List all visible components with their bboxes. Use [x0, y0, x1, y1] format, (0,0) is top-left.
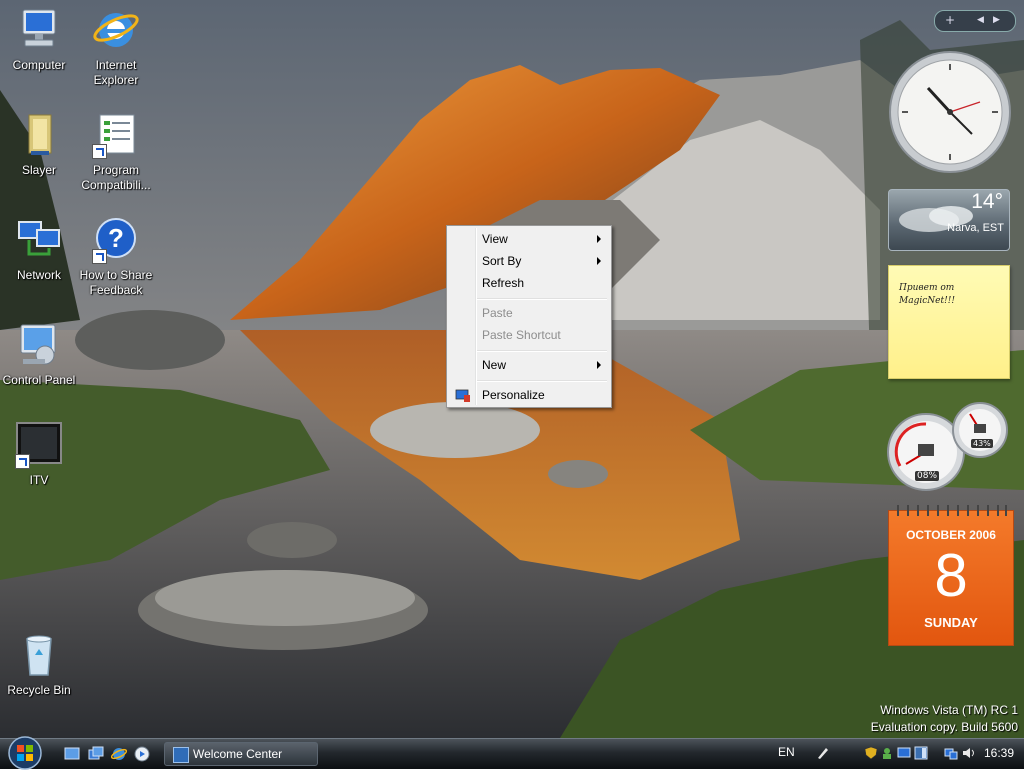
menu-separator	[477, 350, 607, 352]
desktop-icon-computer[interactable]: Computer	[1, 6, 77, 73]
taskbar: Welcome Center EN 16:39	[0, 735, 1024, 771]
user-icon[interactable]	[880, 746, 894, 760]
desktop-icon-label: Computer	[12, 58, 66, 72]
windows-orb-icon	[8, 736, 42, 770]
internet-explorer-icon[interactable]	[110, 746, 128, 762]
calendar-weekday: SUNDAY	[924, 615, 978, 630]
desktop-icon-network[interactable]: Network	[1, 216, 77, 283]
desktop-icon-itv[interactable]: ITV	[1, 421, 77, 488]
desktop-icon-label: How to Share Feedback	[79, 268, 153, 297]
menu-separator	[477, 380, 607, 382]
menu-item-label: New	[482, 358, 507, 372]
weather-temperature: 14°	[971, 190, 1003, 213]
menu-item-personalize[interactable]: Personalize	[449, 384, 609, 406]
shortcut-arrow-icon	[92, 249, 107, 264]
desktop-context-menu: View Sort By Refresh Paste Paste Shortcu…	[446, 225, 612, 408]
sidebar-controls: + ◀ ▶	[934, 10, 1016, 32]
computer-icon	[15, 6, 63, 54]
desktop-icon-label: Control Panel	[2, 373, 76, 387]
notes-gadget[interactable]: Привет от MagicNet!!!	[888, 265, 1010, 379]
submenu-arrow-icon	[597, 257, 601, 265]
security-shield-icon[interactable]	[864, 746, 878, 760]
taskbar-clock[interactable]: 16:39	[984, 746, 1014, 760]
taskbar-button-label: Welcome Center	[193, 747, 283, 761]
network-tray-icon[interactable]	[897, 746, 911, 760]
cpu-meter-gadget[interactable]: 08% 43%	[886, 400, 1014, 494]
shortcut-arrow-icon	[15, 454, 30, 469]
internet-explorer-icon	[92, 6, 140, 54]
control-panel-icon	[15, 321, 63, 369]
start-button[interactable]	[4, 735, 46, 771]
submenu-arrow-icon	[597, 361, 601, 369]
memory-usage-value: 43%	[971, 439, 993, 448]
next-page-button[interactable]: ▶	[993, 15, 1000, 25]
recycle-bin-icon	[15, 631, 63, 679]
media-player-icon[interactable]	[134, 746, 150, 762]
desktop-icon-label: Program Compatibili...	[81, 163, 151, 192]
taskbar-button-welcome-center[interactable]: Welcome Center	[164, 742, 318, 766]
calendar-month: OCTOBER 2006	[906, 528, 996, 542]
desktop-icon-internet-explorer[interactable]: Internet Explorer	[78, 6, 154, 88]
help-icon: ?	[92, 216, 140, 264]
desktop-icon-label: Recycle Bin	[7, 683, 71, 697]
watermark-line-2: Evaluation copy. Build 5600	[870, 720, 1018, 734]
pen-input-icon[interactable]	[816, 746, 830, 760]
watermark-line-1: Windows Vista (TM) RC 1	[880, 703, 1018, 717]
menu-separator	[477, 298, 607, 300]
desktop-icon-label: Network	[16, 268, 61, 282]
desktop-icon-slayer[interactable]: Slayer	[1, 111, 77, 178]
menu-item-label: Refresh	[482, 276, 525, 290]
calendar-gadget[interactable]: OCTOBER 2006 8 SUNDAY	[888, 505, 1014, 646]
menu-item-label: View	[482, 232, 508, 246]
weather-location: Narva, EST	[947, 222, 1004, 234]
desktop-icon-how-to-share-feedback[interactable]: ? How to Share Feedback	[78, 216, 154, 298]
menu-item-label: Personalize	[482, 388, 545, 402]
desktop-icon-label: ITV	[29, 473, 49, 487]
menu-item-paste[interactable]: Paste	[449, 302, 609, 324]
menu-item-label: Paste	[482, 306, 513, 320]
svg-text:?: ?	[108, 223, 124, 253]
weather-gadget[interactable]: 14° Narva, EST	[888, 189, 1010, 251]
calendar-day: 8	[934, 542, 968, 609]
desktop-icon-control-panel[interactable]: Control Panel	[1, 321, 77, 388]
welcome-center-icon	[173, 747, 189, 763]
menu-item-new[interactable]: New	[449, 354, 609, 376]
program-compatibility-icon	[92, 111, 140, 159]
show-desktop-icon[interactable]	[64, 746, 80, 762]
submenu-arrow-icon	[597, 235, 601, 243]
personalize-icon	[455, 388, 471, 402]
folder-icon	[15, 111, 63, 159]
language-indicator[interactable]: EN	[778, 745, 795, 759]
add-gadget-button[interactable]: +	[945, 13, 955, 27]
menu-item-view[interactable]: View	[449, 228, 609, 250]
menu-item-label: Paste Shortcut	[482, 328, 561, 342]
shortcut-arrow-icon	[92, 144, 107, 159]
previous-page-button[interactable]: ◀	[977, 15, 984, 25]
network-connection-icon[interactable]	[944, 746, 958, 760]
calendar-rings	[897, 505, 1007, 516]
cpu-usage-value: 08%	[915, 471, 940, 481]
desktop-icon-program-compatibility[interactable]: Program Compatibili...	[78, 111, 154, 193]
desktop-icon-label: Internet Explorer	[93, 58, 139, 87]
menu-item-paste-shortcut[interactable]: Paste Shortcut	[449, 324, 609, 346]
switch-windows-icon[interactable]	[88, 746, 104, 762]
note-text[interactable]: Привет от MagicNet!!!	[899, 282, 999, 308]
menu-item-sort-by[interactable]: Sort By	[449, 250, 609, 272]
desktop-icon-label: Slayer	[21, 163, 56, 177]
network-icon	[15, 216, 63, 264]
clock-gadget[interactable]	[888, 50, 1012, 174]
tv-icon	[15, 421, 63, 469]
build-watermark: Windows Vista (TM) RC 1 Evaluation copy.…	[871, 702, 1018, 736]
desktop-icon-recycle-bin[interactable]: Recycle Bin	[1, 631, 77, 698]
menu-item-refresh[interactable]: Refresh	[449, 272, 609, 294]
volume-icon[interactable]	[962, 746, 976, 760]
sidebar-tray-icon[interactable]	[914, 746, 928, 760]
menu-item-label: Sort By	[482, 254, 522, 268]
